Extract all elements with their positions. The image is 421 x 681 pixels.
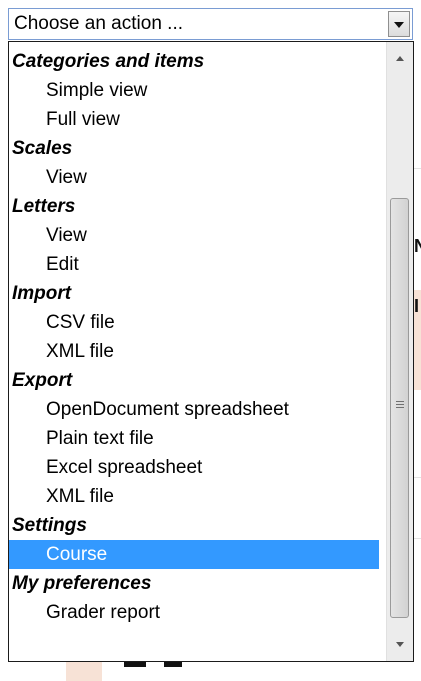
option-grader-report[interactable]: Grader report	[9, 598, 379, 627]
optgroup-import: Import	[12, 283, 72, 304]
option-export-plain-text-file[interactable]: Plain text file	[9, 424, 379, 453]
option-export-excel-spreadsheet[interactable]: Excel spreadsheet	[9, 453, 379, 482]
option-letters-edit[interactable]: Edit	[9, 250, 379, 279]
scroll-thumb-grip-icon	[396, 404, 404, 405]
background-dark-fragment	[164, 662, 182, 667]
background-divider	[414, 168, 421, 169]
background-text-fragment: N	[414, 236, 421, 256]
background-dark-fragment	[124, 662, 146, 667]
option-settings-course[interactable]: Course	[9, 540, 379, 569]
page: N I Choose an action ... Categories and …	[0, 0, 421, 681]
action-select-value: Choose an action ...	[14, 13, 183, 34]
action-select[interactable]: Choose an action ...	[8, 8, 413, 40]
optgroup-scales: Scales	[12, 138, 73, 159]
optgroup-export: Export	[12, 370, 73, 391]
dropdown-scrollbar[interactable]	[386, 42, 413, 661]
background-tinted-cell	[66, 662, 102, 681]
scroll-up-arrow-icon[interactable]	[396, 56, 404, 61]
option-export-xml-file[interactable]: XML file	[9, 482, 379, 511]
option-export-opendocument-spreadsheet[interactable]: OpenDocument spreadsheet	[9, 395, 379, 424]
background-text-fragment: I	[414, 296, 420, 316]
background-divider	[414, 538, 421, 539]
option-list: Categories and items Simple view Full vi…	[9, 47, 379, 627]
chevron-down-icon	[394, 22, 404, 28]
action-dropdown-list: Categories and items Simple view Full vi…	[8, 41, 414, 662]
option-full-view[interactable]: Full view	[9, 105, 379, 134]
option-scales-view[interactable]: View	[9, 163, 379, 192]
optgroup-letters: Letters	[12, 196, 76, 217]
scroll-thumb-grip-icon	[396, 407, 404, 408]
scroll-thumb-grip-icon	[396, 401, 404, 402]
dropdown-toggle-button[interactable]	[388, 11, 410, 37]
option-import-xml-file[interactable]: XML file	[9, 337, 379, 366]
optgroup-categories-and-items: Categories and items	[12, 51, 205, 72]
scrollbar-thumb[interactable]	[390, 198, 409, 618]
optgroup-settings: Settings	[12, 515, 87, 536]
scroll-down-arrow-icon[interactable]	[396, 642, 404, 647]
option-import-csv-file[interactable]: CSV file	[9, 308, 379, 337]
background-divider	[414, 477, 421, 478]
option-letters-view[interactable]: View	[9, 221, 379, 250]
option-simple-view[interactable]: Simple view	[9, 76, 379, 105]
optgroup-my-preferences: My preferences	[12, 573, 152, 594]
